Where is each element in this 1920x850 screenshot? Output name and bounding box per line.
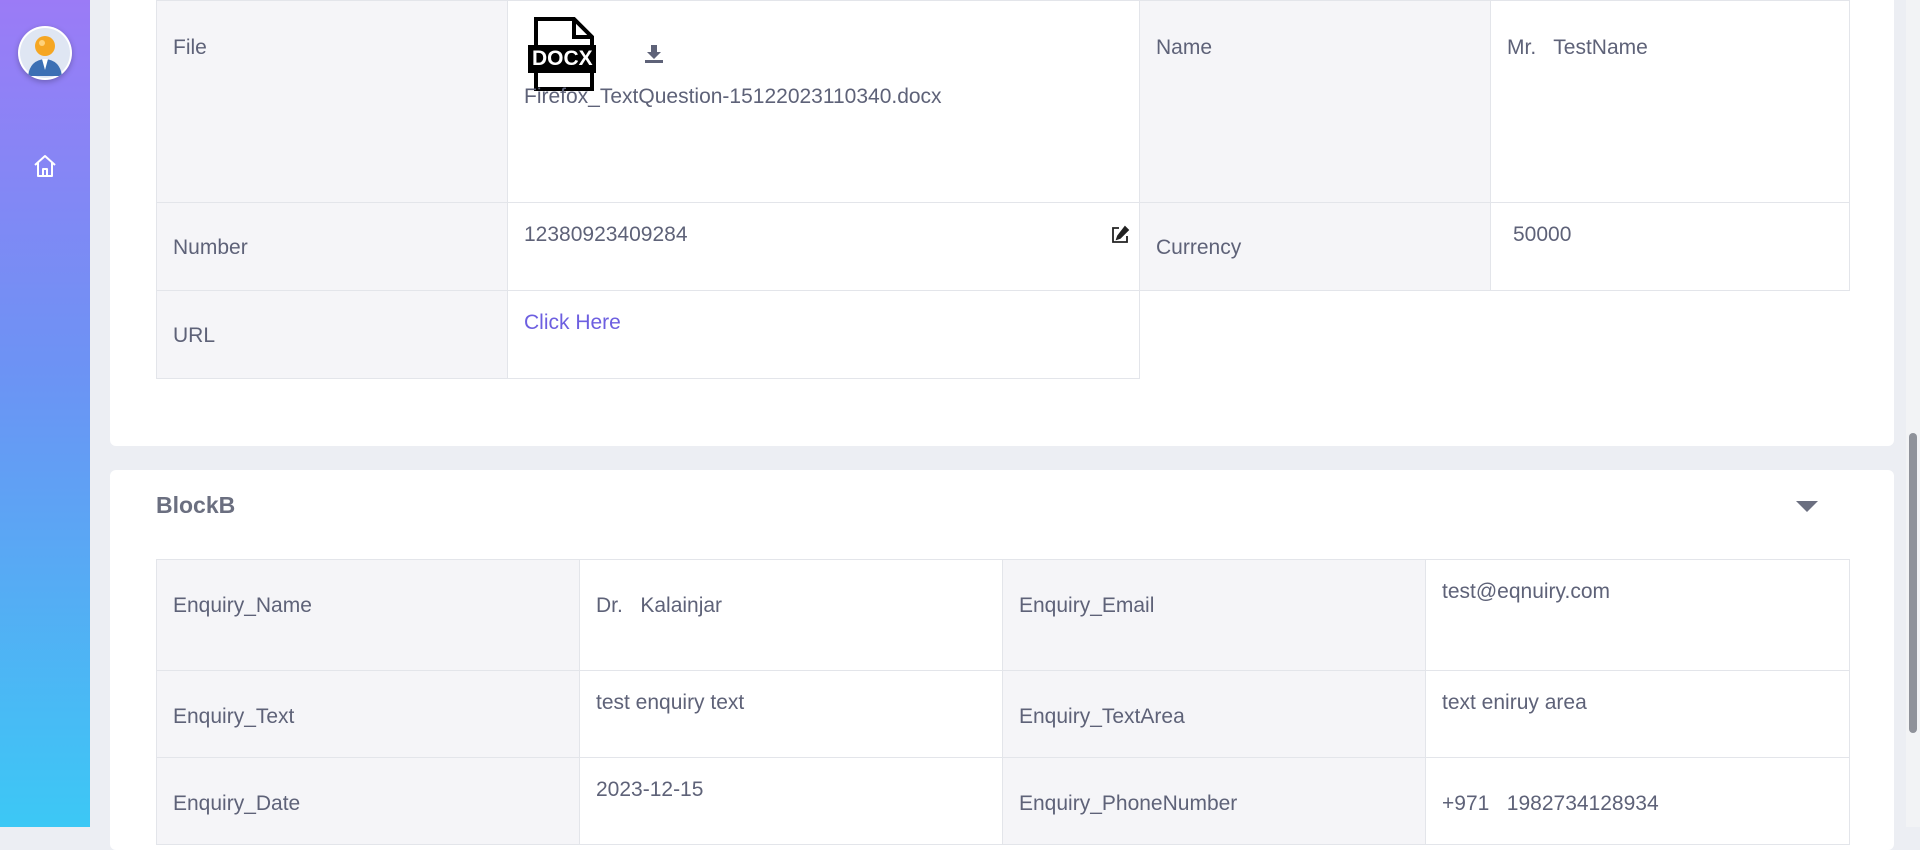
field-value: Dr. Kalainjar xyxy=(579,559,1003,671)
field-value: 50000 xyxy=(1490,202,1850,291)
empty-cell xyxy=(1491,291,1850,379)
field-label: Enquiry_TextArea xyxy=(1002,670,1426,758)
enquiry-name-value: Dr. Kalainjar xyxy=(596,594,723,617)
enquiry-phone-label: Enquiry_PhoneNumber xyxy=(1019,792,1238,815)
collapse-caret-icon[interactable] xyxy=(1796,501,1818,512)
table-row: Enquiry_Date 2023-12-15 Enquiry_PhoneNum… xyxy=(156,757,1850,845)
field-value: +971 1982734128934 xyxy=(1425,757,1850,845)
enquiry-text-value: test enquiry text xyxy=(596,691,745,714)
table-row: Enquiry_Name Dr. Kalainjar Enquiry_Email… xyxy=(156,559,1850,671)
docx-file-icon[interactable]: DOCX xyxy=(528,17,596,91)
field-label: Currency xyxy=(1139,202,1491,291)
user-avatar-icon[interactable] xyxy=(18,26,72,80)
field-label: Enquiry_Name xyxy=(156,559,580,671)
download-icon[interactable] xyxy=(644,44,664,64)
file-cell: DOCX Firefox_TextQuestion-15122023110340… xyxy=(507,0,1140,203)
field-label: Enquiry_Email xyxy=(1002,559,1426,671)
file-label: File xyxy=(173,36,207,59)
field-value: text eniruy area xyxy=(1425,670,1850,758)
table-row: Enquiry_Text test enquiry text Enquiry_T… xyxy=(156,670,1850,758)
currency-label: Currency xyxy=(1156,236,1242,259)
name-value: Mr. TestName xyxy=(1507,36,1648,59)
number-label: Number xyxy=(173,236,248,259)
block-b-card: BlockB Enquiry_Name Dr. Kalainjar Enquir… xyxy=(110,470,1894,850)
field-label: Number xyxy=(156,202,508,291)
field-value: 2023-12-15 xyxy=(579,757,1003,845)
enquiry-email-value: test@eqnuiry.com xyxy=(1442,580,1610,603)
name-label: Name xyxy=(1156,36,1213,59)
file-name[interactable]: Firefox_TextQuestion-15122023110340.docx xyxy=(524,85,942,109)
block-a-card: File DOCX Firefox_TextQuestion-151220231… xyxy=(110,0,1894,446)
page-scrollbar[interactable] xyxy=(1906,0,1920,827)
table-row: URL Click Here xyxy=(156,290,1850,379)
table-row: Number 12380923409284 Currency 50000 xyxy=(156,202,1850,291)
edit-icon[interactable] xyxy=(1110,225,1130,245)
block-a-table: File DOCX Firefox_TextQuestion-151220231… xyxy=(156,0,1850,379)
table-row: File DOCX Firefox_TextQuestion-151220231… xyxy=(156,0,1850,203)
field-label: Name xyxy=(1139,0,1491,203)
enquiry-name-label: Enquiry_Name xyxy=(173,594,312,617)
field-value: 12380923409284 xyxy=(507,202,1140,291)
docx-badge-text: DOCX xyxy=(532,47,593,70)
enquiry-email-label: Enquiry_Email xyxy=(1019,594,1155,617)
sidebar xyxy=(0,0,90,827)
field-value: Mr. TestName xyxy=(1490,0,1850,203)
url-label: URL xyxy=(173,324,216,347)
field-value: test enquiry text xyxy=(579,670,1003,758)
currency-value: 50000 xyxy=(1513,223,1572,246)
block-b-title[interactable]: BlockB xyxy=(156,492,235,519)
field-label: Enquiry_Date xyxy=(156,757,580,845)
enquiry-text-label: Enquiry_Text xyxy=(173,705,295,728)
field-label: URL xyxy=(156,290,508,379)
url-link[interactable]: Click Here xyxy=(524,291,1123,335)
enquiry-date-label: Enquiry_Date xyxy=(173,792,301,815)
field-label: Enquiry_Text xyxy=(156,670,580,758)
enquiry-textarea-value: text eniruy area xyxy=(1442,691,1587,714)
enquiry-date-value: 2023-12-15 xyxy=(596,778,704,801)
field-label: Enquiry_PhoneNumber xyxy=(1002,757,1426,845)
field-label: File xyxy=(156,0,508,203)
enquiry-textarea-label: Enquiry_TextArea xyxy=(1019,705,1185,728)
enquiry-phone-value: +971 1982734128934 xyxy=(1442,792,1659,815)
field-value: Click Here xyxy=(507,290,1140,379)
home-icon[interactable] xyxy=(32,153,58,179)
empty-cell xyxy=(1140,291,1491,379)
number-value: 12380923409284 xyxy=(524,223,688,246)
block-b-table: Enquiry_Name Dr. Kalainjar Enquiry_Email… xyxy=(156,559,1850,845)
scrollbar-thumb[interactable] xyxy=(1909,433,1917,733)
field-value: test@eqnuiry.com xyxy=(1425,559,1850,671)
